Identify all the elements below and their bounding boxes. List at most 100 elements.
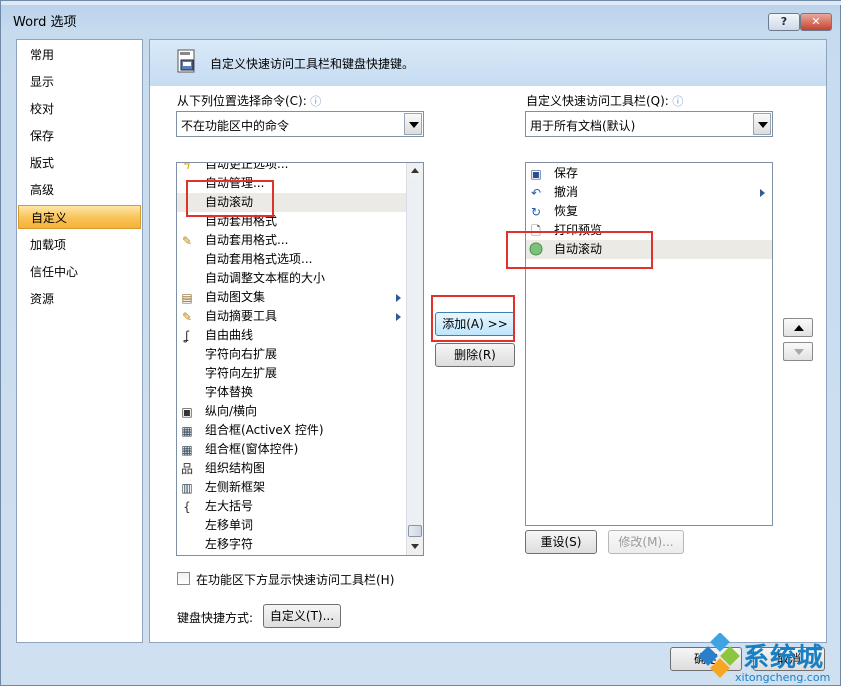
list-item[interactable]: 字符向左扩展 [177,364,407,383]
brace-icon: { [183,500,191,514]
modify-button[interactable]: 修改(M)... [608,530,684,554]
options-category-list: 常用 显示 校对 保存 版式 高级 自定义 加载项 信任中心 资源 [16,39,143,643]
submenu-arrow-icon [396,294,401,302]
list-item[interactable]: 自动管理... [177,174,407,193]
list-item[interactable]: 字符向右扩展 [177,345,407,364]
list-item-label: 字符向右扩展 [205,347,278,361]
watermark: 系统城 xitongcheng.com [691,631,841,687]
list-item[interactable]: ▣ 保存 [526,164,772,183]
word-options-dialog: Word 选项 ? ✕ 常用 显示 校对 保存 版式 高级 自定义 加载项 信任… [0,0,841,686]
list-item-label: 自动图文集 [205,290,266,304]
nav-item-addins[interactable]: 加载项 [18,233,141,257]
add-button[interactable]: 添加(A) >> [435,312,515,336]
chevron-down-icon[interactable] [753,113,771,135]
autoformat-icon: ✎ [181,234,193,248]
choose-commands-combo[interactable]: 不在功能区中的命令 [176,111,424,137]
list-item[interactable]: ▥ 左侧新框架 [177,478,407,497]
list-item-label: 自动管理... [205,176,265,190]
orientation-icon: ▣ [181,405,193,419]
list-item[interactable]: 自动套用格式选项... [177,250,407,269]
list-item[interactable]: ↶ 撤消 [526,183,772,202]
list-item-label: 左移字符 [205,537,254,551]
frame-icon: ▥ [181,481,193,495]
list-item-label: 自动套用格式... [205,233,289,247]
print-preview-icon: 🗋 [531,224,541,238]
list-item[interactable]: ʆ 自由曲线 [177,326,407,345]
reset-button[interactable]: 重设(S) [525,530,597,554]
banner-title: 自定义快速访问工具栏和键盘快捷键。 [210,57,415,71]
list-item-label: 左移单词 [205,518,254,532]
list-item[interactable]: ↻ 恢复 [526,202,772,221]
list-item-label: 左大括号 [205,499,254,513]
move-down-button[interactable] [783,342,813,361]
toolbar-scope-combo[interactable]: 用于所有文档(默认) [525,111,773,137]
list-item-selected[interactable]: 自动滚动 [526,240,772,259]
save-icon: ▣ [530,167,542,181]
list-item-label: 保存 [554,166,579,180]
list-item-label: 自由曲线 [205,328,254,342]
list-item-label: 字体替换 [205,385,254,399]
close-button[interactable]: ✕ [800,13,832,31]
combobox-icon: ▦ [181,443,193,457]
list-item-selected[interactable]: 自动滚动 [177,193,407,212]
list-item[interactable]: ▤ 自动图文集 [177,288,407,307]
list-item[interactable]: { 左大括号 [177,497,407,516]
list-item[interactable]: ϟ 自动更正选项... [177,162,407,174]
customize-keyboard-button[interactable]: 自定义(T)... [263,604,341,628]
submenu-arrow-icon [760,189,765,197]
show-below-ribbon-checkbox[interactable] [177,572,190,585]
list-item[interactable]: ✎ 自动摘要工具 [177,307,407,326]
list-item-label: 纵向/横向 [205,404,258,418]
nav-item-resources[interactable]: 资源 [18,287,141,311]
remove-button[interactable]: 删除(R) [435,343,515,367]
keyboard-shortcuts-label: 键盘快捷方式: [177,611,254,625]
list-item[interactable]: ▣ 纵向/横向 [177,402,407,421]
redo-icon: ↻ [530,205,542,219]
customize-toolbar-label: 自定义快速访问工具栏(Q): ⓘ [526,94,684,108]
commands-scrollbar[interactable] [406,163,423,555]
list-item[interactable]: ▦ 组合框(ActiveX 控件) [177,421,407,440]
nav-item-general[interactable]: 常用 [18,43,141,67]
customize-panel: 自定义快速访问工具栏和键盘快捷键。 从下列位置选择命令(C): ⓘ 不在功能区中… [149,39,827,643]
list-item[interactable]: 🗋 打印预览 [526,221,772,240]
list-item[interactable]: ✎ 自动套用格式... [177,231,407,250]
scroll-down-icon[interactable] [407,539,423,555]
section-banner: 自定义快速访问工具栏和键盘快捷键。 [150,40,826,86]
scroll-thumb[interactable] [408,525,422,537]
list-item[interactable]: 字体替换 [177,383,407,402]
list-item[interactable]: 左移字符 [177,535,407,554]
list-item[interactable]: 品 组织结构图 [177,459,407,478]
list-item[interactable]: 自动调整文本框的大小 [177,269,407,288]
scroll-up-icon[interactable] [407,163,423,179]
list-item-label: 组合框(ActiveX 控件) [205,423,324,437]
nav-item-trust-center[interactable]: 信任中心 [18,260,141,284]
autoscroll-icon [528,242,544,258]
list-item[interactable]: ▦ 组合框(窗体控件) [177,440,407,459]
list-item-label: 组织结构图 [205,461,266,475]
toolbar-commands-list[interactable]: ▣ 保存 ↶ 撤消 ↻ 恢复 🗋 打印预览 自动滚动 [525,162,773,526]
move-up-button[interactable] [783,318,813,337]
list-item-label: 打印预览 [554,223,603,237]
nav-item-display[interactable]: 显示 [18,70,141,94]
chevron-down-icon[interactable] [404,113,422,135]
help-button[interactable]: ? [768,13,800,31]
nav-item-proofing[interactable]: 校对 [18,97,141,121]
lightning-icon: ϟ [183,162,191,172]
nav-item-advanced[interactable]: 高级 [18,178,141,202]
list-item[interactable]: 左移单词 [177,516,407,535]
list-item-label: 自动更正选项... [205,162,289,171]
nav-item-customize[interactable]: 自定义 [18,205,141,229]
title-bar-top [1,1,841,5]
show-below-ribbon-label: 在功能区下方显示快速访问工具栏(H) [196,573,395,587]
nav-item-layout[interactable]: 版式 [18,151,141,175]
list-item-label: 自动滚动 [554,242,603,256]
watermark-url: xitongcheng.com [735,671,831,684]
list-item-label: 自动套用格式选项... [205,252,313,266]
orgchart-icon: 品 [180,462,193,476]
toolbar-scope-value: 用于所有文档(默认) [530,119,636,133]
autotext-icon: ▤ [181,291,193,305]
undo-icon: ↶ [530,186,542,200]
list-item[interactable]: 自动套用格式 [177,212,407,231]
available-commands-list[interactable]: ϟ 自动更正选项... 自动管理... 自动滚动 自动套用格式 ✎ 自动套用格式… [176,162,424,556]
nav-item-save[interactable]: 保存 [18,124,141,148]
